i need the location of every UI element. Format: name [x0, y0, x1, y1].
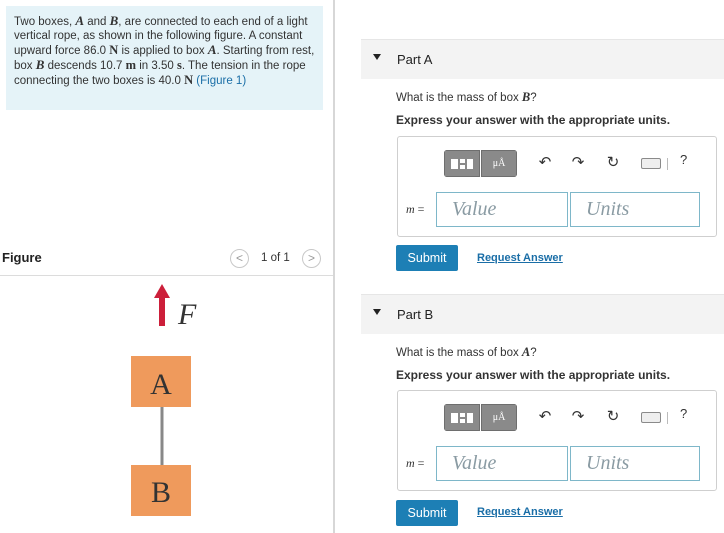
units-input[interactable]: Units: [570, 446, 700, 481]
mu-angstrom-icon: μÅ: [492, 412, 506, 423]
column-divider: [333, 0, 335, 533]
part-b-template-toolbar: μÅ: [444, 404, 517, 431]
figure-counter: 1 of 1: [261, 252, 290, 264]
problem-text: is applied to box: [118, 45, 208, 57]
templates-icon: [451, 158, 473, 169]
problem-text: and: [84, 16, 110, 28]
reset-icon[interactable]: ↻: [603, 407, 623, 427]
mass-symbol: m: [406, 456, 415, 470]
undo-icon[interactable]: ↶: [535, 153, 555, 173]
part-b-question: What is the mass of box A?: [396, 345, 537, 360]
question-text: What is the mass of box: [396, 92, 522, 104]
toolbar-separator: [667, 412, 668, 424]
figure-diagram: F A B: [131, 284, 197, 516]
part-b-title: Part B: [397, 307, 434, 322]
unit-m: m: [125, 58, 137, 72]
part-a-title: Part A: [397, 52, 433, 67]
question-var: B: [521, 90, 531, 104]
question-text: What is the mass of box: [396, 347, 522, 359]
equals-sign: =: [414, 456, 425, 470]
question-var: A: [521, 345, 531, 359]
templates-icon: [451, 412, 473, 423]
problem-text: descends 10.7: [44, 60, 126, 72]
figure-title: Figure: [2, 250, 42, 265]
units-symbols-button[interactable]: μÅ: [481, 150, 517, 177]
part-a-question: What is the mass of box B?: [396, 90, 537, 105]
box-a-label: A: [150, 368, 172, 401]
reset-icon[interactable]: ↻: [603, 153, 623, 173]
force-label: F: [177, 298, 197, 331]
figure-header: Figure < 1 of 1 >: [0, 246, 333, 276]
keyboard-icon[interactable]: [641, 158, 661, 169]
part-a-request-answer-link[interactable]: Request Answer: [477, 252, 563, 264]
unit-n: N: [184, 73, 194, 87]
box-b-label: B: [151, 476, 171, 509]
problem-statement: Two boxes, A and B, are connected to eac…: [6, 6, 323, 110]
chevron-left-icon: <: [235, 251, 243, 265]
caret-down-icon: [373, 54, 381, 60]
units-symbols-button[interactable]: μÅ: [481, 404, 517, 431]
part-b-header[interactable]: Part B: [361, 294, 724, 334]
help-icon[interactable]: ?: [680, 152, 687, 167]
var-a: A: [75, 13, 85, 28]
figure-prev-button[interactable]: <: [230, 249, 249, 268]
value-input[interactable]: Value: [436, 446, 568, 481]
redo-icon[interactable]: ↷: [568, 153, 588, 173]
part-a-header[interactable]: Part A: [361, 39, 724, 79]
left-panel: Two boxes, A and B, are connected to eac…: [0, 0, 333, 533]
part-a-submit-button[interactable]: Submit: [396, 245, 458, 271]
value-input[interactable]: Value: [436, 192, 568, 227]
problem-text: in 3.50: [136, 60, 177, 72]
toolbar-separator: [667, 158, 668, 170]
question-text: ?: [530, 347, 537, 359]
unit-n: N: [109, 43, 119, 57]
part-b-instruction: Express your answer with the appropriate…: [396, 368, 671, 382]
mu-angstrom-icon: μÅ: [492, 158, 506, 169]
keyboard-icon[interactable]: [641, 412, 661, 423]
mass-symbol-label: m =: [406, 456, 424, 471]
part-b-request-answer-link[interactable]: Request Answer: [477, 506, 563, 518]
redo-icon[interactable]: ↷: [568, 407, 588, 427]
part-a-instruction: Express your answer with the appropriate…: [396, 113, 671, 127]
force-arrow-head: [154, 284, 170, 298]
part-b-submit-button[interactable]: Submit: [396, 500, 458, 526]
undo-icon[interactable]: ↶: [535, 407, 555, 427]
part-b-answer-box: μÅ ↶ ↷ ↻ ? m = Value Units: [397, 390, 717, 491]
part-a-template-toolbar: μÅ: [444, 150, 517, 177]
templates-button[interactable]: [444, 150, 480, 177]
question-text: ?: [530, 92, 537, 104]
templates-button[interactable]: [444, 404, 480, 431]
caret-down-icon: [373, 309, 381, 315]
problem-text: Two boxes,: [14, 16, 76, 28]
help-icon[interactable]: ?: [680, 406, 687, 421]
mass-symbol-label: m =: [406, 202, 424, 217]
units-input[interactable]: Units: [570, 192, 700, 227]
figure-next-button[interactable]: >: [302, 249, 321, 268]
chevron-right-icon: >: [307, 251, 315, 265]
var-b: B: [109, 13, 119, 28]
part-a-answer-box: μÅ ↶ ↷ ↻ ? m = Value Units: [397, 136, 717, 237]
mass-symbol: m: [406, 202, 415, 216]
figure-link[interactable]: (Figure 1): [196, 75, 246, 87]
equals-sign: =: [414, 202, 425, 216]
